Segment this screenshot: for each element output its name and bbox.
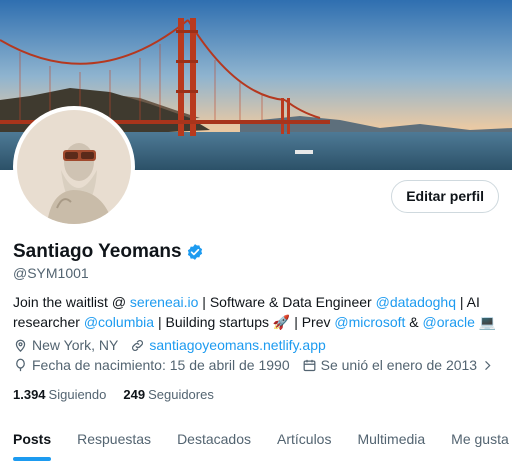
bio-link-sereneai[interactable]: sereneai.io	[130, 294, 199, 310]
birthdate-item: Fecha de nacimiento: 15 de abril de 1990	[13, 357, 290, 373]
profile-tabs: Posts Respuestas Destacados Artículos Mu…	[0, 418, 512, 461]
location-text: New York, NY	[32, 337, 119, 353]
calendar-icon	[303, 359, 316, 371]
following-label: Siguiendo	[48, 387, 107, 402]
joined-item[interactable]: Se unió el enero de 2013	[302, 357, 494, 373]
chevron-right-icon[interactable]	[481, 359, 494, 372]
following-count: 1.394	[13, 387, 46, 402]
bio-mention-datadoghq[interactable]: @datadoghq	[376, 294, 456, 310]
location-pin-icon	[15, 339, 26, 352]
followers-label: Seguidores	[148, 387, 214, 402]
profile-meta-row-1: New York, NY santiagoyeomans.netlify.app	[13, 337, 503, 353]
location-item: New York, NY	[13, 337, 118, 353]
profile-handle: @SYM1001	[13, 265, 89, 281]
tab-me-gusta[interactable]: Me gusta	[438, 418, 512, 461]
followers-count: 249	[123, 387, 146, 402]
tab-label: Posts	[13, 431, 52, 447]
bio-mention-microsoft[interactable]: @microsoft	[334, 314, 405, 330]
avatar[interactable]	[13, 106, 135, 228]
edit-profile-button[interactable]: Editar perfil	[391, 180, 499, 213]
website-link[interactable]: santiagoyeomans.netlify.app	[149, 337, 325, 353]
tab-posts[interactable]: Posts	[0, 418, 64, 461]
bio-text: | Software & Data Engineer	[198, 294, 376, 310]
bio-text: 💻	[474, 314, 497, 330]
profile-bio: Join the waitlist @ sereneai.io | Softwa…	[13, 292, 503, 332]
tab-label: Me gusta	[451, 431, 509, 447]
tab-label: Artículos	[277, 431, 332, 447]
following-link[interactable]: 1.394 Siguiendo	[13, 387, 106, 402]
tab-multimedia[interactable]: Multimedia	[344, 418, 438, 461]
tab-destacados[interactable]: Destacados	[164, 418, 264, 461]
bio-text: &	[405, 314, 423, 330]
joined-text: Se unió el enero de 2013	[320, 357, 478, 373]
followers-link[interactable]: 249 Seguidores	[123, 387, 213, 402]
profile-name: Santiago Yeomans	[13, 241, 182, 262]
profile-meta-row-2: Fecha de nacimiento: 15 de abril de 1990…	[13, 357, 503, 373]
bio-mention-oracle[interactable]: @oracle	[423, 314, 475, 330]
tab-label: Respuestas	[77, 431, 152, 447]
bio-text: | Building startups 🚀 | Prev	[154, 314, 335, 330]
tab-articulos[interactable]: Artículos	[264, 418, 344, 461]
follow-counts: 1.394 Siguiendo 249 Seguidores	[13, 387, 231, 402]
balloon-icon	[16, 358, 25, 371]
tab-respuestas[interactable]: Respuestas	[64, 418, 164, 461]
tab-label: Multimedia	[357, 431, 426, 447]
bio-text: Join the waitlist @	[13, 294, 130, 310]
website-item: santiagoyeomans.netlify.app	[130, 337, 326, 353]
active-tab-indicator	[13, 457, 52, 461]
verified-badge-icon[interactable]	[186, 243, 204, 261]
tab-label: Destacados	[177, 431, 251, 447]
bio-mention-columbia[interactable]: @columbia	[84, 314, 154, 330]
link-icon	[132, 339, 144, 351]
birthdate-text: Fecha de nacimiento: 15 de abril de 1990	[32, 357, 290, 373]
profile-name-row: Santiago Yeomans	[13, 241, 204, 263]
